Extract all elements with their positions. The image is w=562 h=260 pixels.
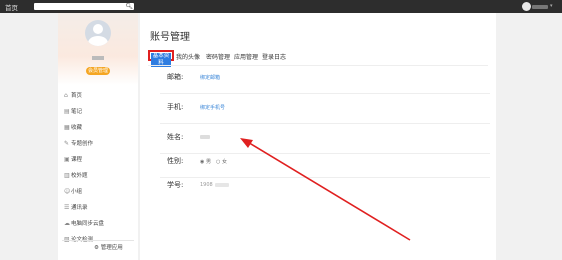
sidebar-item-favorites[interactable]: ▦收藏 [64, 123, 136, 133]
sidebar-item-label: 通讯录 [71, 205, 88, 211]
avatar-body-shape [88, 36, 108, 46]
divider [160, 93, 490, 94]
page-title: 账号管理 [150, 32, 190, 43]
student-id-label: 学号: [167, 181, 184, 189]
name-label: 姓名: [167, 133, 184, 141]
tab-password[interactable]: 密码管理 [206, 52, 230, 61]
favorite-icon: ▦ [64, 124, 70, 131]
sidebar: 会员管理 ⌂ 首页 ▤笔记 ▦收藏 ✎ 专题创作 ▣课程 ▥校外题 ☺小组 ☰ 通讯录… [58, 13, 138, 260]
divider [62, 240, 134, 241]
sidebar-item-contacts[interactable]: ☰ 通讯录 [64, 203, 136, 213]
user-name-redacted [532, 5, 548, 9]
divider [148, 65, 488, 66]
tab-basic-info[interactable]: 基本资料 [148, 50, 174, 67]
avatar-head-shape [93, 24, 103, 34]
bind-email-link[interactable]: 绑定邮箱 [200, 74, 220, 81]
exercise-icon: ▥ [64, 172, 70, 179]
top-bar: 首页 🔍︎ ▾ [0, 0, 562, 13]
radio-unchecked-icon: ○ [216, 159, 221, 165]
tab-login-log[interactable]: 登录日志 [262, 52, 286, 61]
home-icon: ⌂ [64, 92, 68, 99]
sidebar-item-label: 收藏 [71, 125, 83, 131]
search-input[interactable]: 🔍︎ [34, 3, 134, 10]
student-id-row: 学号: 1908 [160, 177, 490, 207]
avatar[interactable] [522, 2, 531, 11]
name-value-redacted [200, 135, 210, 139]
course-icon: ▣ [64, 156, 70, 163]
sidebar-item-label: 小组 [71, 189, 83, 195]
sidebar-item-label: 笔记 [71, 109, 83, 115]
tab-apps[interactable]: 应用管理 [234, 52, 258, 61]
settings-icon: ⚙ [94, 245, 101, 251]
phone-label: 手机: [167, 103, 184, 111]
sidebar-item-label: 电脑同步云盘 [71, 221, 105, 227]
cloud-icon: ☁ [64, 220, 70, 227]
sidebar-item-courses[interactable]: ▣课程 [64, 155, 136, 165]
manage-apps-label: 管理应用 [100, 245, 123, 251]
home-link[interactable]: 首页 [5, 2, 18, 12]
phone-row: 手机: 绑定手机号 [160, 99, 490, 129]
profile-avatar[interactable] [85, 20, 111, 46]
gender-female-radio[interactable]: ○ 女 [216, 158, 227, 165]
sidebar-item-groups[interactable]: ☺小组 [64, 187, 136, 197]
email-label: 邮箱: [167, 73, 184, 81]
contacts-icon: ☰ [64, 204, 70, 211]
note-icon: ▤ [64, 108, 70, 115]
gender-male-label: 男 [205, 159, 211, 165]
email-row: 邮箱: 绑定邮箱 [160, 69, 490, 99]
sidebar-item-notes[interactable]: ▤笔记 [64, 107, 136, 117]
user-menu[interactable]: ▾ [522, 2, 558, 11]
student-id-value: 1908 [200, 182, 213, 188]
divider [160, 123, 490, 124]
group-icon: ☺ [64, 188, 71, 195]
member-badge[interactable]: 会员管理 [86, 67, 110, 75]
main-panel: 账号管理 基本资料 我的头像 密码管理 应用管理 登录日志 邮箱: 绑定邮箱 手… [140, 13, 496, 260]
manage-apps-button[interactable]: ⚙ 管理应用 [94, 243, 123, 251]
radio-checked-icon: ◉ [200, 159, 205, 165]
topic-icon: ✎ [64, 140, 70, 147]
sidebar-item-label: 课程 [71, 157, 83, 163]
sidebar-item-cloud[interactable]: ☁电脑同步云盘 [64, 219, 136, 229]
chevron-down-icon[interactable]: ▾ [550, 3, 553, 9]
sidebar-item-label: 首页 [71, 93, 83, 99]
sidebar-item-topics[interactable]: ✎ 专题创作 [64, 139, 136, 149]
tab-avatar[interactable]: 我的头像 [176, 52, 200, 61]
sidebar-item-label: 专题创作 [71, 141, 94, 147]
gender-label: 性别: [167, 157, 184, 165]
sidebar-item-home[interactable]: ⌂ 首页 [64, 91, 136, 101]
sidebar-item-label: 校外题 [71, 173, 88, 179]
sidebar-item-exercises[interactable]: ▥校外题 [64, 171, 136, 181]
gender-male-radio[interactable]: ◉ 男 [200, 158, 211, 165]
search-icon[interactable]: 🔍︎ [125, 3, 133, 10]
student-id-redacted [215, 183, 229, 187]
bind-phone-link[interactable]: 绑定手机号 [200, 104, 225, 111]
profile-name-redacted [92, 56, 104, 60]
gender-female-label: 女 [221, 159, 227, 165]
